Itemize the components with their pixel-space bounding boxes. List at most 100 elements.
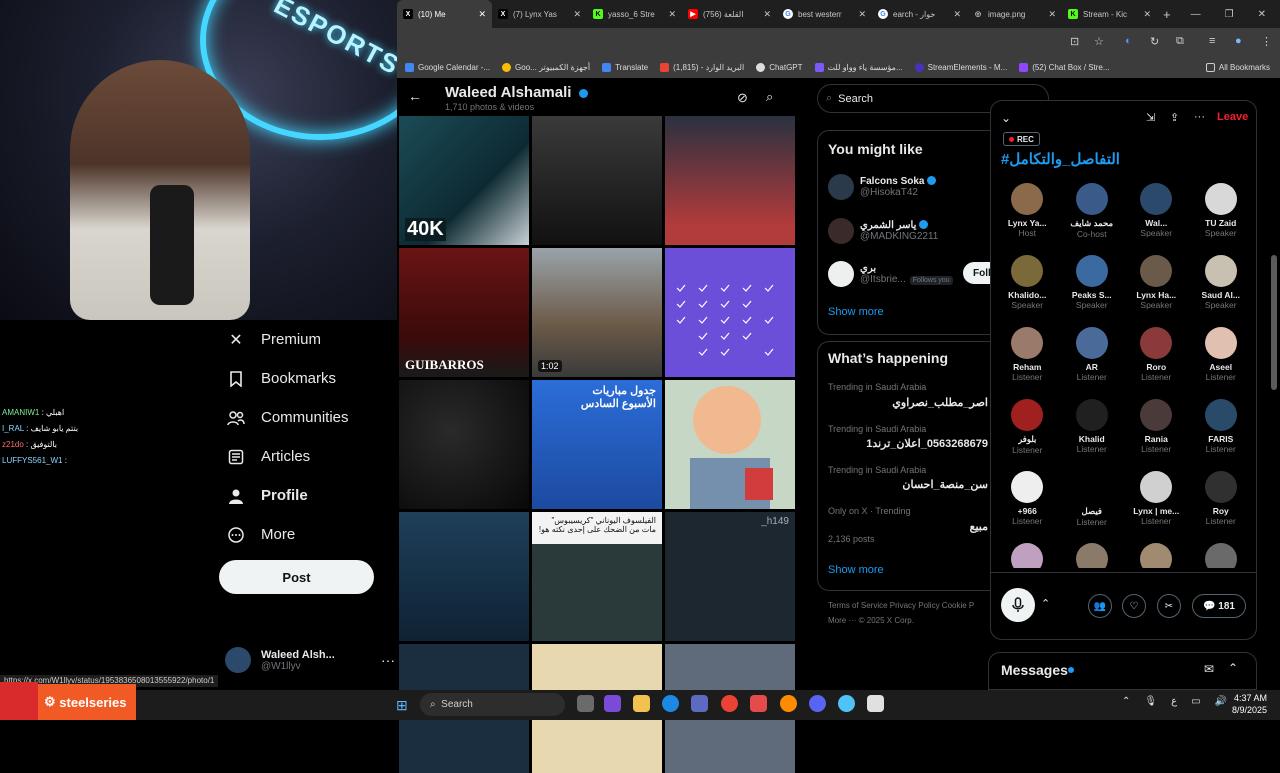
close-tab-icon[interactable]: ✕	[569, 9, 581, 20]
media-tile[interactable]: 1:02	[532, 248, 662, 377]
edge-icon[interactable]	[662, 695, 679, 712]
trend-item[interactable]: مبيع	[970, 520, 988, 533]
participant[interactable]	[1060, 543, 1125, 568]
show-more-link[interactable]: Show more	[828, 564, 884, 576]
back-arrow-icon[interactable]: ←	[408, 88, 422, 104]
tab[interactable]: ▶ (756) القلعة ✕	[682, 0, 777, 28]
post-button[interactable]: Post	[219, 560, 374, 594]
participant[interactable]: Wal... Speaker	[1124, 183, 1189, 247]
nav-articles[interactable]: Articles	[215, 437, 397, 476]
media-tile[interactable]	[399, 380, 529, 509]
taskbar-clock[interactable]: 4:37 AM 8/9/2025	[1207, 692, 1267, 716]
app-icon[interactable]	[750, 695, 767, 712]
app-icon[interactable]	[604, 695, 621, 712]
chevron-down-icon[interactable]: ⌄	[1001, 111, 1011, 125]
task-view-icon[interactable]	[577, 695, 594, 712]
close-tab-icon[interactable]: ✕	[854, 9, 866, 20]
tab[interactable]: Gearch - خوار ✕	[872, 0, 967, 28]
puzzle-icon[interactable]: ⧉	[1176, 35, 1184, 48]
discord-icon[interactable]	[809, 695, 826, 712]
chrome-icon[interactable]	[838, 695, 855, 712]
account-switcher[interactable]: Waleed Alsh... @W1llyv ···	[225, 643, 395, 677]
scrollbar[interactable]	[1271, 255, 1277, 390]
participant[interactable]: Lynx Ha... Speaker	[1124, 255, 1189, 319]
trend-item[interactable]: اصر_مطلب_نصراوي	[892, 396, 988, 409]
bookmark-item[interactable]: Goo... أجهزة الكمبيوتر	[502, 62, 590, 72]
participant[interactable]: Reham Listener	[995, 327, 1060, 391]
nav-profile[interactable]: Profile	[215, 476, 397, 515]
media-tile[interactable]	[665, 248, 795, 377]
chevron-up-double-icon[interactable]: ⌃	[1228, 661, 1238, 675]
minimize-space-icon[interactable]: ⇲	[1146, 111, 1155, 124]
close-tab-icon[interactable]: ✕	[474, 9, 486, 20]
media-tile[interactable]	[665, 380, 795, 509]
media-tile[interactable]: GUIBARROS	[399, 248, 529, 377]
participant[interactable]: Rania Listener	[1124, 399, 1189, 463]
nav-bookmarks[interactable]: Bookmarks	[215, 359, 397, 398]
bookmark-item[interactable]: Translate	[602, 62, 648, 72]
participant[interactable]: Roy Listener	[1189, 471, 1254, 535]
tab[interactable]: X (7) Lynx Yas ✕	[492, 0, 587, 28]
media-tile[interactable]: جدول مباريات الأسبوع السادس	[532, 380, 662, 509]
file-explorer-icon[interactable]	[633, 695, 650, 712]
language-indicator[interactable]: ع	[1171, 696, 1177, 707]
participant[interactable]: بلوفر Listener	[995, 399, 1060, 463]
participant[interactable]: Peaks S... Speaker	[1060, 255, 1125, 319]
participant[interactable]: Khalido... Speaker	[995, 255, 1060, 319]
store-icon[interactable]	[691, 695, 708, 712]
menu-dots-icon[interactable]: ⋮	[1261, 35, 1272, 48]
nav-more[interactable]: More	[215, 515, 397, 554]
tab[interactable]: ◎ image.png ✕	[967, 0, 1062, 28]
close-icon[interactable]: ✕	[1258, 9, 1266, 20]
refresh-ext-icon[interactable]: ↻	[1150, 35, 1159, 48]
maximize-icon[interactable]: ❐	[1225, 9, 1234, 20]
participant[interactable]: FARIS Listener	[1189, 399, 1254, 463]
show-more-link[interactable]: Show more	[828, 306, 884, 318]
suggestion-item[interactable]: ياسر الشمري @MADKING2211	[828, 214, 998, 248]
participant[interactable]: Roro Listener	[1124, 327, 1189, 391]
participant[interactable]	[1189, 543, 1254, 568]
monitor-icon[interactable]: ▭	[1191, 696, 1200, 707]
media-tile[interactable]: 40K	[399, 116, 529, 245]
participant[interactable]	[1124, 543, 1189, 568]
mic-button[interactable]	[1001, 588, 1035, 622]
star-icon[interactable]: ☆	[1094, 35, 1104, 48]
all-bookmarks[interactable]: All Bookmarks	[1205, 62, 1280, 72]
minimize-icon[interactable]: —	[1191, 9, 1201, 20]
footer-links[interactable]: Terms of Service Privacy Policy Cookie P	[828, 601, 974, 610]
media-tile[interactable]	[532, 116, 662, 245]
tab[interactable]: Gbest westerr ✕	[777, 0, 872, 28]
media-tile[interactable]: h149_	[665, 512, 795, 641]
media-icon[interactable]: ≡	[1209, 35, 1215, 47]
bookmark-item[interactable]: مؤسسة ياء وواو للت...	[814, 62, 903, 72]
tab[interactable]: K Stream - Kic ✕	[1062, 0, 1157, 28]
chevron-up-icon[interactable]: ⌃	[1041, 597, 1050, 610]
participant[interactable]: Lynx | me... Listener	[1124, 471, 1189, 535]
close-tab-icon[interactable]: ✕	[759, 9, 771, 20]
leave-button[interactable]: Leave	[1217, 111, 1248, 123]
mic-tray-icon[interactable]: 🎙	[1144, 696, 1157, 707]
suggestion-item[interactable]: Falcons Soka @HisokaT42	[828, 170, 998, 204]
install-icon[interactable]: ⊡	[1070, 35, 1079, 48]
participant[interactable]: Khalid Listener	[1060, 399, 1125, 463]
windows-start-icon[interactable]: ⊞	[396, 697, 408, 714]
participant[interactable]: +966 Listener	[995, 471, 1060, 535]
bookmark-item[interactable]: Google Calendar -...	[405, 62, 490, 72]
people-icon[interactable]: 👥	[1088, 594, 1112, 618]
participant[interactable]: محمد شايف Co-host	[1060, 183, 1125, 247]
media-tile[interactable]	[399, 512, 529, 641]
clip-icon[interactable]: ✂	[1157, 594, 1181, 618]
profile-icon[interactable]: ●	[1235, 35, 1242, 47]
bookmark-item[interactable]: البريد الوارد - (1,815)	[660, 62, 744, 72]
close-tab-icon[interactable]: ✕	[1139, 9, 1151, 20]
new-tab-icon[interactable]: +	[1157, 7, 1177, 22]
media-tile[interactable]	[665, 116, 795, 245]
bookmark-item[interactable]: (52) Chat Box / Stre...	[1019, 62, 1110, 72]
chrome-icon[interactable]	[721, 695, 738, 712]
tab[interactable]: Kyasso_6 Stre ✕	[587, 0, 682, 28]
replies-count[interactable]: 💬 181	[1192, 594, 1246, 618]
taskbar-search[interactable]: ⌕ Search	[420, 693, 565, 716]
close-tab-icon[interactable]: ✕	[949, 9, 961, 20]
bookmark-item[interactable]: ChatGPT	[756, 62, 803, 72]
tab[interactable]: X (10) Me ✕	[397, 0, 492, 28]
